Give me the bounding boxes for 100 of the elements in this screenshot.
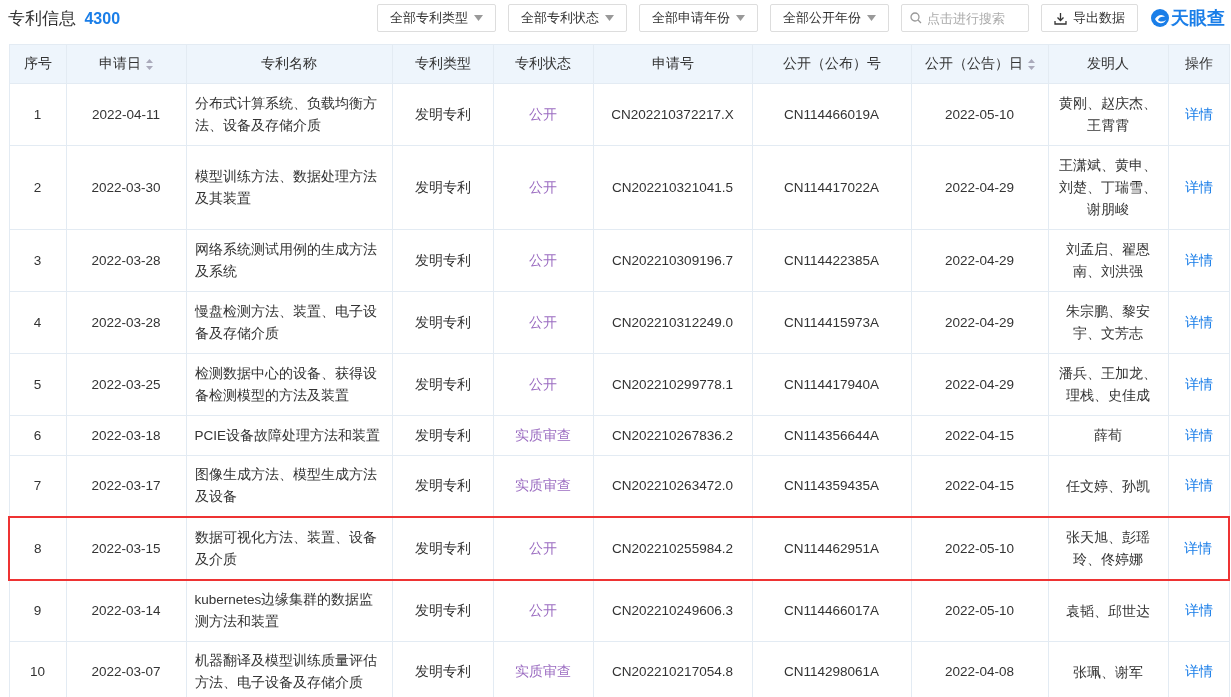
application-number-cell: CN202210312249.0	[593, 291, 752, 354]
date-cell: 2022-04-29	[911, 291, 1048, 354]
patent-name-cell: 网络系统测试用例的生成方法及系统	[186, 229, 392, 292]
row-number: 6	[9, 415, 66, 456]
type-cell: 发明专利	[392, 580, 493, 642]
sort-icon	[1027, 58, 1035, 70]
column-header: 申请号	[593, 44, 752, 84]
application-number-cell: CN202210255984.2	[593, 517, 752, 580]
inventors-cell: 朱宗鹏、黎安宇、文芳志	[1048, 291, 1168, 354]
date-cell: 2022-03-25	[66, 353, 186, 416]
caret-icon	[605, 15, 614, 21]
date-cell: 2022-03-15	[66, 517, 186, 580]
publication-number-cell: CN114356644A	[752, 415, 911, 456]
inventors-cell: 刘孟启、翟恩南、刘洪强	[1048, 229, 1168, 292]
status-cell: 公开	[493, 145, 593, 230]
column-header: 序号	[9, 44, 66, 84]
date-cell: 2022-05-10	[911, 580, 1048, 642]
patent-name-cell: 模型训练方法、数据处理方法及其装置	[186, 145, 392, 230]
patent-name-cell: 数据可视化方法、装置、设备及介质	[186, 517, 392, 580]
application-number-cell: CN202210267836.2	[593, 415, 752, 456]
filter-dropdown[interactable]: 全部公开年份	[770, 4, 889, 32]
date-cell: 2022-04-15	[911, 415, 1048, 456]
date-cell: 2022-03-28	[66, 291, 186, 354]
date-cell: 2022-03-28	[66, 229, 186, 292]
patent-name-cell: 检测数据中心的设备、获得设备检测模型的方法及装置	[186, 353, 392, 416]
type-cell: 发明专利	[392, 291, 493, 354]
inventors-cell: 王潇斌、黄申、刘楚、丁瑞雪、谢朋峻	[1048, 145, 1168, 230]
publication-number-cell: CN114415973A	[752, 291, 911, 354]
details-link[interactable]: 详情	[1184, 314, 1213, 330]
sort-icon	[146, 58, 153, 70]
date-cell: 2022-05-10	[911, 517, 1048, 580]
row-number: 5	[9, 353, 66, 416]
date-cell: 2022-04-29	[911, 145, 1048, 230]
status-cell: 公开	[493, 517, 593, 580]
column-header: 发明人	[1048, 44, 1168, 84]
search-field[interactable]: 点击进行搜索	[901, 4, 1029, 32]
patent-name-cell: PCIE设备故障处理方法和装置	[186, 415, 392, 456]
column-header: 操作	[1168, 44, 1229, 84]
details-link[interactable]: 详情	[1184, 540, 1213, 556]
section-title: 专利信息	[8, 8, 76, 28]
row-number: 2	[9, 145, 66, 230]
application-number-cell: CN202210249606.3	[593, 580, 752, 642]
row-number: 10	[9, 641, 66, 697]
filter-dropdown[interactable]: 全部专利状态	[508, 4, 627, 32]
details-link[interactable]: 详情	[1184, 427, 1213, 443]
details-link[interactable]: 详情	[1184, 603, 1213, 618]
row-number: 8	[9, 517, 66, 580]
patent-name-cell: kubernetes边缘集群的数据监测方法和装置	[186, 580, 392, 642]
status-cell: 实质审查	[493, 415, 593, 456]
column-header: 公开（公布）号	[752, 44, 911, 84]
date-cell: 2022-03-14	[66, 580, 186, 642]
patent-name-cell: 分布式计算系统、负载均衡方法、设备及存储介质	[186, 83, 392, 146]
publication-number-cell: CN114466019A	[752, 83, 911, 146]
date-cell: 2022-05-10	[911, 83, 1048, 146]
column-header: 专利类型	[392, 44, 493, 84]
publication-number-cell: CN114422385A	[752, 229, 911, 292]
publication-number-cell: CN114462951A	[752, 517, 911, 580]
row-number: 4	[9, 291, 66, 354]
publication-number-cell: CN114417022A	[752, 145, 911, 230]
publication-number-cell: CN114417940A	[752, 353, 911, 416]
application-number-cell: CN202210299778.1	[593, 353, 752, 416]
column-header[interactable]: 公开（公告）日	[911, 44, 1048, 84]
status-cell: 公开	[493, 291, 593, 354]
status-cell: 公开	[493, 229, 593, 292]
application-number-cell: CN202210309196.7	[593, 229, 752, 292]
type-cell: 发明专利	[392, 145, 493, 230]
date-cell: 2022-03-18	[66, 415, 186, 456]
type-cell: 发明专利	[392, 353, 493, 416]
patent-name-cell: 慢盘检测方法、装置、电子设备及存储介质	[186, 291, 392, 354]
date-cell: 2022-04-29	[911, 353, 1048, 416]
column-header: 专利状态	[493, 44, 593, 84]
status-cell: 公开	[493, 353, 593, 416]
inventors-cell: 薛荀	[1048, 415, 1168, 456]
details-link[interactable]: 详情	[1184, 106, 1213, 122]
row-number: 9	[9, 580, 66, 642]
details-link[interactable]: 详情	[1184, 478, 1213, 493]
type-cell: 发明专利	[392, 229, 493, 292]
export-button[interactable]: 导出数据	[1041, 4, 1138, 32]
date-cell: 2022-03-30	[66, 145, 186, 230]
type-cell: 发明专利	[392, 83, 493, 146]
date-cell: 2022-04-29	[911, 229, 1048, 292]
inventors-cell: 袁韬、邱世达	[1048, 580, 1168, 642]
row-number: 1	[9, 83, 66, 146]
patent-count: 4300	[84, 9, 121, 27]
filter-dropdown[interactable]: 全部专利类型	[377, 4, 496, 32]
inventors-cell: 黄刚、赵庆杰、王霄霄	[1048, 83, 1168, 146]
publication-number-cell: CN114466017A	[752, 580, 911, 642]
application-number-cell: CN202210321041.5	[593, 145, 752, 230]
status-cell: 公开	[493, 83, 593, 146]
filter-dropdown[interactable]: 全部申请年份	[639, 4, 758, 32]
logo-icon	[1150, 8, 1170, 28]
caret-icon	[867, 15, 876, 21]
details-link[interactable]: 详情	[1184, 664, 1213, 679]
status-cell: 公开	[493, 580, 593, 642]
details-link[interactable]: 详情	[1184, 376, 1213, 392]
caret-icon	[736, 15, 745, 21]
details-link[interactable]: 详情	[1184, 179, 1213, 195]
details-link[interactable]: 详情	[1184, 252, 1213, 268]
inventors-cell: 张天旭、彭瑶玲、佟婷娜	[1048, 517, 1168, 580]
column-header[interactable]: 申请日	[66, 44, 186, 84]
